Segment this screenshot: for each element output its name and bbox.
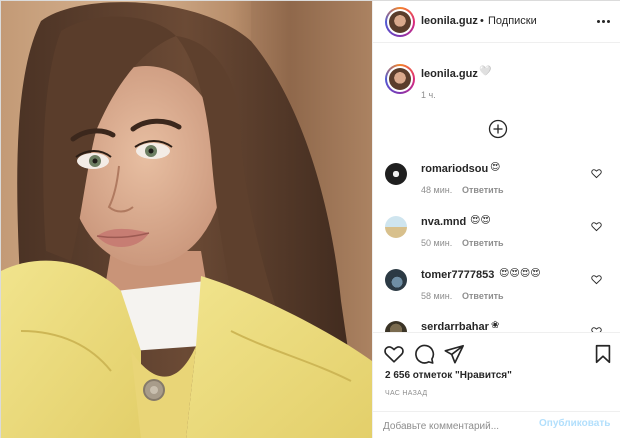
- heart-icon[interactable]: [591, 168, 602, 179]
- likes-count[interactable]: 2 656 отметок "Нравится": [385, 370, 512, 381]
- comment-time[interactable]: 50 мин.: [421, 238, 452, 248]
- comment-time[interactable]: 58 мин.: [421, 291, 452, 301]
- comment-text: 😍😍😍😍: [499, 268, 541, 279]
- send-icon[interactable]: [443, 343, 465, 365]
- comment-item: serdarrbahar ❀: [373, 317, 620, 332]
- commenter-avatar[interactable]: [385, 216, 407, 238]
- comment-input[interactable]: [383, 418, 533, 434]
- comment-text: 😍: [490, 162, 501, 173]
- comment-username[interactable]: romariodsou: [421, 163, 488, 175]
- comment-username[interactable]: serdarrbahar: [421, 321, 489, 332]
- plus-circle-icon[interactable]: [488, 119, 508, 139]
- publish-button[interactable]: Опубликовать: [539, 418, 610, 429]
- comment-item: nva.mnd 😍😍 50 мин. Ответить: [373, 212, 620, 264]
- add-comment-form: Опубликовать: [373, 411, 620, 438]
- post-header: leonila.guz • Подписки: [373, 1, 620, 43]
- heart-icon[interactable]: [591, 221, 602, 232]
- selfie-illustration: [1, 1, 372, 438]
- reply-button[interactable]: Ответить: [462, 185, 504, 195]
- commenter-avatar[interactable]: [385, 269, 407, 291]
- more-horizontal-icon[interactable]: [597, 15, 613, 27]
- commenter-avatar[interactable]: [385, 321, 407, 332]
- caption-username[interactable]: leonila.guz: [421, 68, 478, 80]
- comment-text: 😍😍: [470, 215, 491, 226]
- post-photo[interactable]: [1, 1, 372, 438]
- header-separator: •: [480, 15, 484, 27]
- comment-icon[interactable]: [413, 343, 435, 365]
- instagram-post: leonila.guz • Подписки leonila.guz 🤍 1 ч…: [0, 0, 620, 438]
- caption-text: 🤍: [479, 66, 492, 77]
- post-timestamp[interactable]: ЧАС НАЗАД: [385, 390, 427, 397]
- comment-username[interactable]: tomer7777853: [421, 269, 494, 281]
- comment-item: tomer7777853 😍😍😍😍 58 мин. Ответить: [373, 265, 620, 317]
- following-button[interactable]: Подписки: [488, 15, 537, 27]
- comment-item: romariodsou 😍 48 мин. Ответить: [373, 159, 620, 211]
- reply-button[interactable]: Ответить: [462, 238, 504, 248]
- comment-time[interactable]: 48 мин.: [421, 185, 452, 195]
- heart-icon[interactable]: [383, 343, 405, 365]
- caption-time[interactable]: 1 ч.: [421, 90, 436, 100]
- author-avatar[interactable]: [385, 7, 415, 37]
- comments-list[interactable]: romariodsou 😍 48 мин. Ответить nva.mnd 😍…: [373, 151, 620, 332]
- commenter-avatar[interactable]: [385, 163, 407, 185]
- heart-icon[interactable]: [591, 274, 602, 285]
- bookmark-icon[interactable]: [592, 343, 614, 365]
- comment-text: ❀: [491, 320, 500, 331]
- post-caption: leonila.guz 🤍 1 ч.: [373, 56, 620, 106]
- author-username[interactable]: leonila.guz: [421, 15, 478, 27]
- caption-avatar[interactable]: [385, 64, 415, 94]
- post-side-panel: leonila.guz • Подписки leonila.guz 🤍 1 ч…: [372, 1, 620, 438]
- comment-username[interactable]: nva.mnd: [421, 216, 466, 228]
- reply-button[interactable]: Ответить: [462, 291, 504, 301]
